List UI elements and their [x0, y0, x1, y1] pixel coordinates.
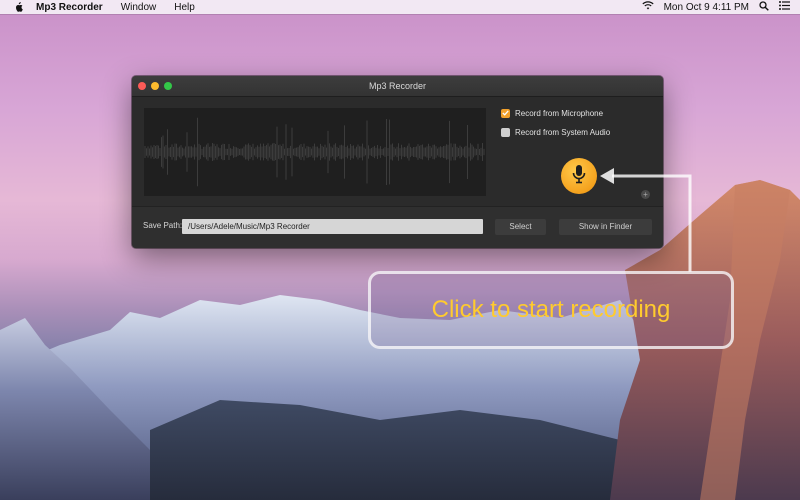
window-controls [138, 82, 172, 90]
select-button[interactable]: Select [495, 219, 546, 235]
waveform-display [144, 108, 486, 196]
menubar-clock[interactable]: Mon Oct 9 4:11 PM [664, 2, 749, 13]
waveform-graphic [144, 117, 485, 187]
menu-bar: Mp3 Recorder Window Help Mon Oct 9 4:11 … [0, 0, 800, 14]
record-source-options: Record from Microphone Record from Syste… [501, 107, 610, 145]
menu-help[interactable]: Help [174, 2, 195, 13]
callout-text: Click to start recording [431, 296, 671, 323]
save-path-label: Save Path: [143, 221, 183, 230]
menubar-status-area: Mon Oct 9 4:11 PM [641, 0, 790, 14]
window-titlebar[interactable]: Mp3 Recorder [132, 76, 663, 97]
plus-icon[interactable]: + [641, 190, 650, 199]
close-button[interactable] [138, 82, 146, 90]
option-microphone[interactable]: Record from Microphone [501, 107, 610, 119]
show-in-finder-button[interactable]: Show in Finder [559, 219, 652, 235]
apple-icon[interactable] [12, 1, 24, 13]
save-path-bar: Save Path: /Users/Adele/Music/Mp3 Record… [132, 206, 663, 248]
window-title: Mp3 Recorder [368, 81, 427, 91]
save-path-field[interactable]: /Users/Adele/Music/Mp3 Recorder [182, 219, 483, 234]
menu-window[interactable]: Window [121, 2, 157, 13]
zoom-button[interactable] [164, 82, 172, 90]
microphone-checkbox[interactable] [501, 108, 510, 118]
minimize-button[interactable] [151, 82, 159, 90]
wifi-icon[interactable] [641, 1, 654, 13]
microphone-label: Record from Microphone [515, 108, 604, 118]
microphone-icon [572, 164, 586, 189]
option-system-audio[interactable]: Record from System Audio [501, 126, 610, 138]
list-icon[interactable] [779, 1, 790, 13]
menu-app-name[interactable]: Mp3 Recorder [36, 2, 103, 13]
desktop-wallpaper [0, 180, 800, 500]
tip-callout: Click to start recording [368, 271, 734, 349]
system-audio-label: Record from System Audio [515, 127, 611, 137]
record-button[interactable] [561, 158, 597, 194]
system-audio-checkbox[interactable] [501, 127, 510, 137]
search-icon[interactable] [759, 0, 769, 14]
recorder-window: Mp3 Recorder Record from Microphone Reco… [132, 76, 663, 248]
